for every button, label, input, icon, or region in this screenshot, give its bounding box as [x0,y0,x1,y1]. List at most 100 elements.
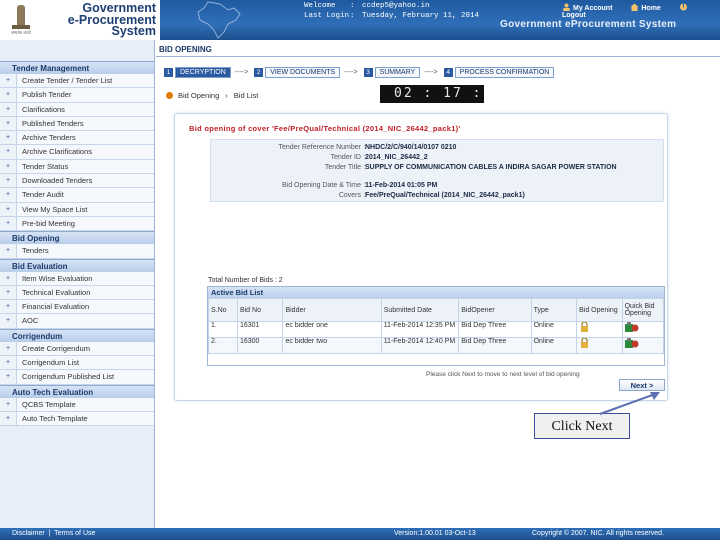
plus-icon: + [0,188,17,202]
logout-icon [679,3,687,11]
sidebar-item-label: Archive Clarifications [22,147,93,157]
sidebar-item[interactable]: + Create Corrigendum [0,341,154,357]
sidebar-item-label: Financial Evaluation [22,302,90,312]
system-name: Government eProcurement System [500,19,677,30]
step-summary[interactable]: 3 SUMMARY ----> [363,66,438,78]
sidebar: Tender Management + Create Tender / Tender… [0,40,155,528]
terms-link[interactable]: Terms of Use [54,530,95,537]
breadcrumb-bid-opening[interactable]: Bid Opening [178,91,219,100]
click-next-callout: Click Next [534,413,630,439]
user-icon [563,3,570,11]
app-header: सत्यमेव जयते Government e-Procurement Sy… [0,0,720,40]
lock-icon[interactable] [579,338,590,348]
lock-icon[interactable] [579,322,590,332]
sidebar-section-title: Bid Evaluation [0,258,154,272]
sidebar-item[interactable]: + Technical Evaluation [0,285,154,301]
cell-quick-opening [621,321,665,338]
col-header: BidOpener [458,298,532,322]
session-timer: 02 : 17 : [380,85,484,103]
my-account-link[interactable]: My Account [562,3,622,12]
sidebar-item[interactable]: + Archive Clarifications [0,145,154,160]
plus-icon: + [0,341,17,356]
home-link[interactable]: Home [630,3,670,12]
table-row: 1. 16301 ec bidder one 11-Feb-2014 12:35… [208,321,665,338]
plus-icon: + [0,300,17,314]
sidebar-item[interactable]: + Tender Status [0,159,154,175]
sidebar-item-label: Published Tenders [22,118,84,128]
sidebar-item-label: Archive Tenders [22,133,76,143]
sidebar-item[interactable]: + Downloaded Tenders [0,174,154,189]
sidebar-item[interactable]: + AOC [0,314,154,329]
cell-opener: Bid Dep Three [458,337,532,354]
plus-icon: + [0,102,17,116]
sidebar-item[interactable]: + Tenders [0,244,154,259]
cell-bid-no: 16301 [236,321,284,338]
sidebar-item[interactable]: + Auto Tech Template [0,411,154,427]
col-header: Bid Opening [576,298,623,322]
sidebar-item[interactable]: + QCBS Template [0,397,154,412]
cell-bidder: ec bidder two [282,337,382,354]
col-header: Submitted Date [380,298,460,322]
tender-details: Tender Reference Number: NHDC/2/C/940/14/… [210,139,664,202]
sidebar-item-label: Technical Evaluation [22,287,91,297]
bullet-icon [166,92,173,99]
plus-icon: + [0,216,17,231]
table-row: 2. 16300 ec bidder two 11-Feb-2014 12:40… [208,337,665,354]
sidebar-item[interactable]: + Pre-bid Meeting [0,216,154,232]
plus-icon: + [0,174,17,188]
plus-icon: + [0,145,17,159]
cell-date: 11-Feb-2014 12:35 PM [380,321,460,338]
col-header: Bidder [282,298,382,322]
sidebar-item[interactable]: + Corrigendum List [0,356,154,371]
sidebar-item[interactable]: + Tender Audit [0,188,154,203]
page-title: BID OPENING [156,45,720,57]
plus-icon: + [0,202,17,216]
next-button[interactable]: Next > [619,379,665,391]
step-process-confirmation[interactable]: 4 PROCESS CONFIRMATION [443,66,555,78]
home-icon [630,3,639,11]
top-links: My Account Home Logout [562,3,720,19]
col-header: S.No [208,298,238,322]
cell-quick-opening [621,337,665,354]
cell-opener: Bid Dep Three [458,321,532,338]
sidebar-item-label: Create Corrigendum [22,343,90,353]
cell-type: Online [530,337,578,354]
table-header-row: S.No Bid No Bidder Submitted Date BidOpe… [208,298,665,322]
cell-bid-opening [576,337,623,354]
sidebar-item[interactable]: + Published Tenders [0,116,154,132]
sidebar-item[interactable]: + Archive Tenders [0,131,154,146]
step-view-documents[interactable]: 2 VIEW DOCUMENTS ----> [254,66,358,78]
plus-icon: + [0,131,17,145]
quick-open-icon[interactable] [624,322,639,333]
sidebar-section-title: Corrigendum [0,328,154,342]
quick-open-icon[interactable] [624,338,639,349]
col-header: Type [530,298,578,322]
cell-date: 11-Feb-2014 12:40 PM [380,337,460,354]
plus-icon: + [0,88,17,102]
plus-icon: + [0,285,17,300]
sidebar-item[interactable]: + Clarifications [0,102,154,117]
sidebar-item[interactable]: + Item Wise Evaluation [0,271,154,286]
sidebar-section-title: Tender Management [0,61,154,74]
cell-bid-no: 16300 [236,337,284,354]
sidebar-item-label: View My Space List [22,204,88,214]
sidebar-item-label: AOC [22,316,39,326]
sidebar-item[interactable]: + Create Tender / Tender List [0,74,154,89]
plus-icon: + [0,159,17,174]
disclaimer-link[interactable]: Disclaimer [12,530,45,537]
step-decryption[interactable]: 1 DECRYPTION ----> [164,66,248,78]
cell-bidder: ec bidder one [282,321,382,338]
user-info: Welcome: ccdep5@yahoo.in Last Login: Tuesd… [304,2,480,20]
sidebar-item[interactable]: + Corrigendum Published List [0,370,154,385]
sidebar-section-title: Bid Opening [0,231,154,245]
sidebar-section-title: Auto Tech Evaluation [0,384,154,398]
sidebar-item[interactable]: + View My Space List [0,202,154,217]
breadcrumb-bid-list: Bid List [233,91,259,100]
national-emblem-icon: सत्यमेव जयते [8,3,34,37]
sidebar-item[interactable]: + Publish Tender [0,88,154,103]
cell-type: Online [530,321,578,338]
cell-sno: 1. [208,321,238,338]
welcome-email: ccdep5@yahoo.in [362,2,430,10]
sidebar-item[interactable]: + Financial Evaluation [0,300,154,315]
plus-icon: + [0,116,17,131]
